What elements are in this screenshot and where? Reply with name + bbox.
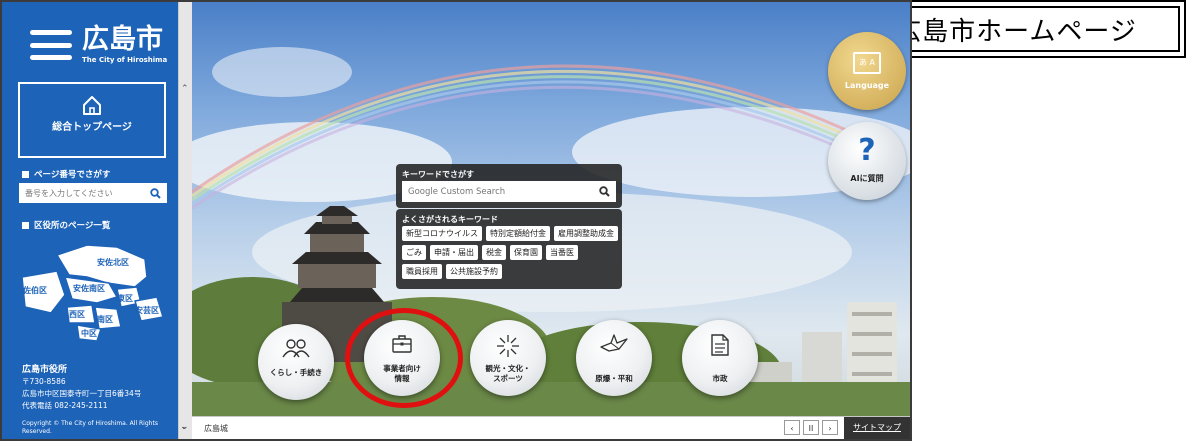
page-number-input[interactable] [25, 188, 150, 198]
keyword-tag[interactable]: 申請・届出 [430, 245, 478, 260]
slideshow-prev-button[interactable]: ‹ [784, 420, 800, 435]
logo-name: 広島市 [82, 24, 163, 55]
city-logo-icon [30, 30, 72, 60]
keyword-tag[interactable]: 当番医 [546, 245, 578, 260]
hero-image-area: あ A Language ? AIに質問 キーワードでさがす よ [192, 2, 910, 416]
category-label: 市政 [712, 374, 728, 383]
category-label: 観光・文化・スポーツ [485, 364, 531, 383]
keyword-tag[interactable]: 新型コロナウイルス [402, 226, 482, 241]
crane-icon [600, 334, 628, 352]
page-number-search [19, 183, 167, 203]
top-page-button-label: 総合トップページ [52, 122, 132, 133]
ward-label[interactable]: 佐伯区 [22, 285, 47, 295]
ward-label[interactable]: 安芸区 [135, 305, 159, 315]
fireworks-icon [497, 335, 519, 357]
question-icon: ? [858, 133, 876, 168]
popular-keywords-panel: よくさがされるキーワード 新型コロナウイルス 特別定額給付金 雇用調整助成金 ご… [396, 209, 622, 289]
ai-question-button[interactable]: ? AIに質問 [828, 122, 906, 200]
keyword-search-box [402, 181, 616, 202]
office-name: 広島市役所 [22, 365, 68, 375]
chevron-up-icon[interactable]: ⌃ [181, 84, 189, 94]
chevron-down-icon[interactable]: ⌄ [180, 422, 188, 432]
keyword-tag[interactable]: 特別定額給付金 [486, 226, 550, 241]
city-logo[interactable]: 広島市 The City of Hiroshima [30, 26, 167, 64]
ai-question-label: AIに質問 [850, 174, 884, 183]
keyword-list: 新型コロナウイルス 特別定額給付金 雇用調整助成金 ごみ 申請・届出 税金 保育… [402, 226, 618, 279]
ward-list-heading: 区役所のページ一覧 [22, 219, 110, 231]
office-address: 広島市中区国泰寺町一丁目6番34号 [22, 389, 142, 398]
highlight-circle [345, 308, 463, 408]
keyword-tag[interactable]: 税金 [482, 245, 506, 260]
keyword-search-heading: キーワードでさがす [402, 170, 474, 179]
keyword-tag[interactable]: 公共施設予約 [446, 264, 502, 279]
ward-label[interactable]: 東区 [117, 293, 133, 303]
bottom-bar: ⌄ 広島城 ‹ II › サイトマップ [180, 416, 910, 439]
ward-label[interactable]: 中区 [81, 328, 97, 338]
category-button-tourism[interactable]: 観光・文化・スポーツ [470, 320, 546, 396]
language-label: Language [844, 81, 890, 90]
home-icon [83, 96, 101, 115]
top-page-button[interactable]: 総合トップページ [18, 82, 166, 158]
slideshow-pause-button[interactable]: II [803, 420, 819, 435]
keyword-tag[interactable]: 雇用調整助成金 [554, 226, 618, 241]
sitemap-link[interactable]: サイトマップ [844, 417, 910, 439]
office-phone: 代表電話 082-245-2111 [22, 401, 108, 410]
category-button-living[interactable]: くらし・手続き [258, 324, 334, 400]
search-icon[interactable] [150, 187, 161, 199]
ward-label[interactable]: 安佐南区 [73, 283, 105, 293]
page-search-heading: ページ番号でさがす [22, 168, 110, 180]
slideshow-next-button[interactable]: › [822, 420, 838, 435]
website-screenshot: 広島市 The City of Hiroshima 総合トップページ ページ番号… [0, 0, 912, 441]
category-button-city-government[interactable]: 市政 [682, 320, 758, 396]
category-label: くらし・手続き [269, 368, 323, 377]
popular-keywords-heading: よくさがされるキーワード [402, 215, 498, 224]
keyword-tag[interactable]: 職員採用 [402, 264, 442, 279]
people-icon [282, 339, 310, 358]
language-button[interactable]: あ A Language [828, 32, 906, 110]
logo-subtitle: The City of Hiroshima [82, 56, 168, 64]
ward-label[interactable]: 安佐北区 [97, 257, 129, 267]
document-icon [711, 334, 729, 356]
search-icon[interactable] [599, 186, 610, 197]
keyword-tag[interactable]: 保育園 [510, 245, 542, 260]
sidebar: 広島市 The City of Hiroshima 総合トップページ ページ番号… [2, 2, 178, 439]
copyright: Copyright © The City of Hiroshima. All R… [22, 420, 158, 435]
postal-code: 〒730-8586 [22, 377, 66, 386]
ward-label[interactable]: 西区 [69, 310, 85, 319]
category-button-peace[interactable]: 原爆・平和 [576, 320, 652, 396]
sidebar-scrollbar[interactable]: ⌃ ⌄ [178, 2, 192, 439]
page: 広島市ホームページ 広島市 The City of Hiroshima 総合トッ… [0, 0, 1188, 441]
category-label: 原爆・平和 [595, 374, 633, 383]
ward-map[interactable]: 安佐北区 佐伯区 安佐南区 東区 西区 安芸区 南区 中区 [17, 237, 167, 347]
city-office-info: 広島市役所 〒730-8586 広島市中区国泰寺町一丁目6番34号 代表電話 0… [22, 364, 141, 412]
keyword-search-input[interactable] [408, 186, 599, 197]
keyword-tag[interactable]: ごみ [402, 245, 426, 260]
ward-label[interactable]: 南区 [97, 314, 113, 324]
photo-caption: 広島城 [204, 424, 228, 433]
keyword-search-panel: キーワードでさがす [396, 164, 622, 208]
language-icon: あ A [853, 52, 881, 74]
